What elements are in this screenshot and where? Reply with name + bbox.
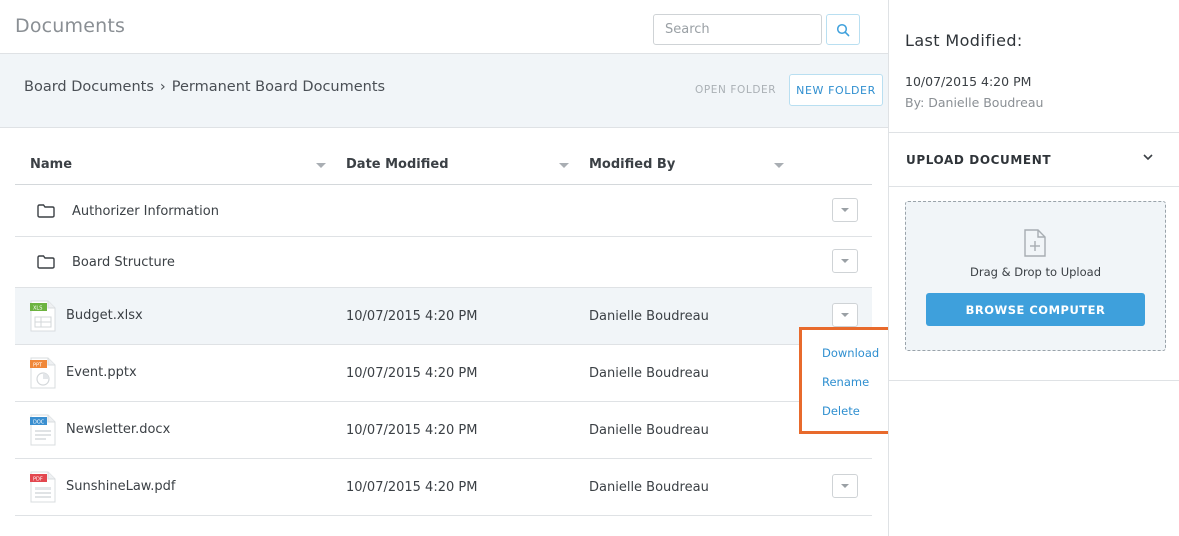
dropzone-text: Drag & Drop to Upload xyxy=(969,265,1102,279)
last-modified-by: By: Danielle Boudreau xyxy=(905,95,1044,110)
breadcrumb-item-current: Permanent Board Documents xyxy=(171,79,386,95)
row-name[interactable]: Board Structure xyxy=(72,255,175,270)
file-badge-text: PDF xyxy=(33,477,43,483)
sort-modified-by-caret-icon[interactable] xyxy=(774,163,784,168)
table-row[interactable]: XLS Budget.xlsx 10/07/2015 4:20 PM Danie… xyxy=(15,288,872,345)
row-modified-by: Danielle Boudreau xyxy=(589,366,709,381)
new-folder-button[interactable]: NEW FOLDER xyxy=(789,74,883,106)
file-badge-text: PPT xyxy=(33,363,43,369)
page-title: Documents xyxy=(15,15,126,37)
column-header-date-modified[interactable]: Date Modified xyxy=(346,157,449,172)
row-name[interactable]: Event.pptx xyxy=(66,365,137,380)
add-file-icon xyxy=(1024,229,1046,257)
open-folder-button[interactable]: OPEN FOLDER xyxy=(695,84,776,96)
sidebar-divider xyxy=(889,380,1179,381)
spreadsheet-file-icon: XLS xyxy=(30,300,56,332)
row-modified-by: Danielle Boudreau xyxy=(589,309,709,324)
row-actions-button[interactable] xyxy=(832,198,858,222)
document-file-icon: DOC xyxy=(30,414,56,446)
menu-item-rename[interactable]: Rename xyxy=(822,375,869,389)
search-input[interactable] xyxy=(653,14,822,45)
menu-item-delete[interactable]: Delete xyxy=(822,404,860,418)
row-name[interactable]: SunshineLaw.pdf xyxy=(66,479,175,494)
chevron-down-icon xyxy=(841,313,849,317)
row-actions-button[interactable] xyxy=(832,303,858,327)
file-badge-text: XLS xyxy=(33,306,42,312)
presentation-file-icon: PPT xyxy=(30,357,56,389)
sort-name-caret-icon[interactable] xyxy=(316,163,326,168)
row-date: 10/07/2015 4:20 PM xyxy=(346,309,478,324)
last-modified-title: Last Modified: xyxy=(905,31,1023,50)
row-actions-button[interactable] xyxy=(832,249,858,273)
search-button[interactable] xyxy=(826,14,860,45)
chevron-down-icon xyxy=(841,208,849,212)
table-row[interactable]: Board Structure xyxy=(15,237,872,288)
table-header: Name Date Modified Modified By xyxy=(15,146,872,185)
folder-icon xyxy=(37,204,55,218)
chevron-down-icon xyxy=(841,484,849,488)
sort-date-caret-icon[interactable] xyxy=(559,163,569,168)
browse-computer-button[interactable]: BROWSE COMPUTER xyxy=(926,293,1145,326)
upload-document-toggle[interactable]: UPLOAD DOCUMENT xyxy=(889,133,1179,187)
row-date: 10/07/2015 4:20 PM xyxy=(346,480,478,495)
folder-icon xyxy=(37,255,55,269)
column-header-name[interactable]: Name xyxy=(30,157,72,172)
breadcrumb-item-board-documents[interactable]: Board Documents xyxy=(24,79,154,95)
upload-dropzone[interactable]: Drag & Drop to Upload BROWSE COMPUTER xyxy=(905,201,1166,351)
file-badge-text: DOC xyxy=(33,420,45,426)
row-name[interactable]: Budget.xlsx xyxy=(66,308,143,323)
last-modified-date: 10/07/2015 4:20 PM xyxy=(905,74,1032,89)
table-row[interactable]: DOC Newsletter.docx 10/07/2015 4:20 PM D… xyxy=(15,402,872,459)
details-sidebar: Last Modified: 10/07/2015 4:20 PM By: Da… xyxy=(888,0,1179,536)
row-actions-menu: Download Rename Delete xyxy=(799,327,902,434)
row-name[interactable]: Authorizer Information xyxy=(72,204,219,219)
chevron-down-icon xyxy=(841,259,849,263)
pdf-file-icon: PDF xyxy=(30,471,56,503)
table-row[interactable]: Authorizer Information xyxy=(15,186,872,237)
row-actions-button[interactable] xyxy=(832,474,858,498)
chevron-down-icon xyxy=(1143,154,1153,161)
breadcrumb: Board Documents › Permanent Board Docume… xyxy=(24,79,385,95)
folder-toolbar: Board Documents › Permanent Board Docume… xyxy=(0,54,888,128)
upload-document-title: UPLOAD DOCUMENT xyxy=(906,153,1052,167)
documents-panel: Documents Board Documents › Permanent Bo… xyxy=(0,0,902,536)
row-name[interactable]: Newsletter.docx xyxy=(66,422,170,437)
row-date: 10/07/2015 4:20 PM xyxy=(346,423,478,438)
row-modified-by: Danielle Boudreau xyxy=(589,423,709,438)
row-date: 10/07/2015 4:20 PM xyxy=(346,366,478,381)
table-row[interactable]: PPT Event.pptx 10/07/2015 4:20 PM Daniel… xyxy=(15,345,872,402)
search-icon xyxy=(836,23,850,36)
column-header-modified-by[interactable]: Modified By xyxy=(589,157,675,172)
breadcrumb-separator: › xyxy=(159,79,166,95)
table-row[interactable]: PDF SunshineLaw.pdf 10/07/2015 4:20 PM D… xyxy=(15,459,872,516)
menu-item-download[interactable]: Download xyxy=(822,346,879,360)
row-modified-by: Danielle Boudreau xyxy=(589,480,709,495)
